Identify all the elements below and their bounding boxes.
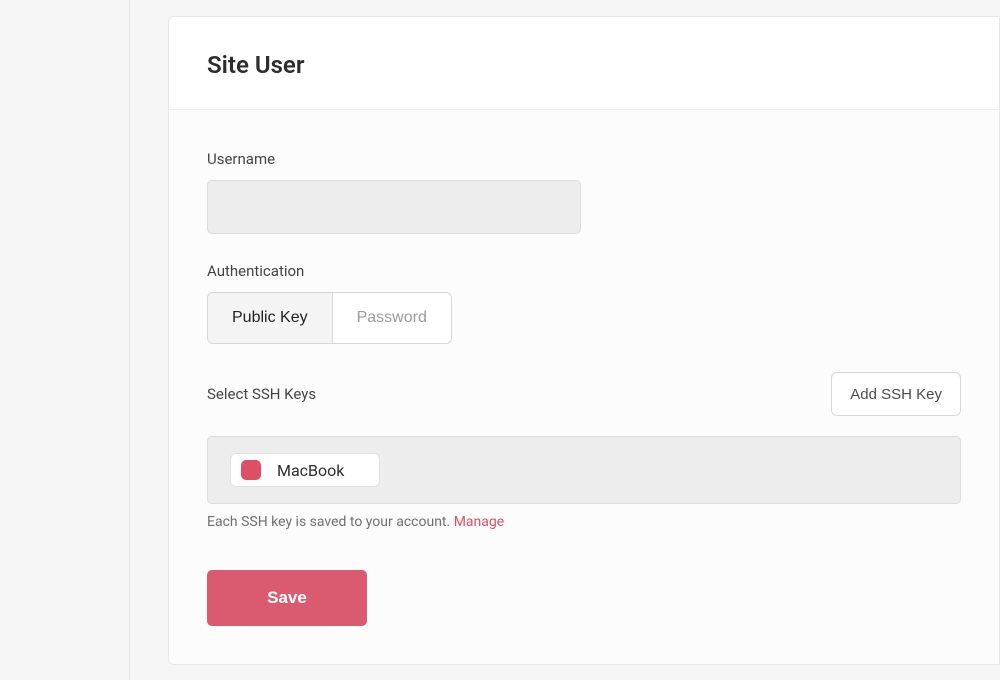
card-header: Site User [169,17,999,110]
ssh-key-chip[interactable]: MacBook [230,453,380,487]
ssh-keys-section: Select SSH Keys Add SSH Key MacBook Each… [207,372,961,530]
auth-option-public-key[interactable]: Public Key [208,293,333,343]
checkbox-checked-icon[interactable] [241,460,261,480]
username-field-group: Username [207,150,961,234]
sidebar-spacer [0,0,130,680]
page-title: Site User [207,51,961,79]
ssh-key-name: MacBook [277,461,344,480]
ssh-keys-label: Select SSH Keys [207,385,316,403]
site-user-card: Site User Username Authentication Public… [168,16,1000,665]
card-body: Username Authentication Public Key Passw… [169,110,999,664]
ssh-header-row: Select SSH Keys Add SSH Key [207,372,961,416]
save-button[interactable]: Save [207,570,367,626]
ssh-help-text-content: Each SSH key is saved to your account. [207,514,454,530]
auth-option-password[interactable]: Password [333,293,451,343]
username-label: Username [207,150,961,168]
content-area: Site User Username Authentication Public… [130,0,1000,680]
ssh-keys-box: MacBook [207,436,961,504]
add-ssh-key-button[interactable]: Add SSH Key [831,372,961,416]
manage-ssh-link[interactable]: Manage [454,514,504,530]
username-input[interactable] [207,180,581,234]
authentication-field-group: Authentication Public Key Password [207,262,961,344]
ssh-help-text: Each SSH key is saved to your account. M… [207,514,961,530]
authentication-segmented-control: Public Key Password [207,292,452,344]
authentication-label: Authentication [207,262,961,280]
